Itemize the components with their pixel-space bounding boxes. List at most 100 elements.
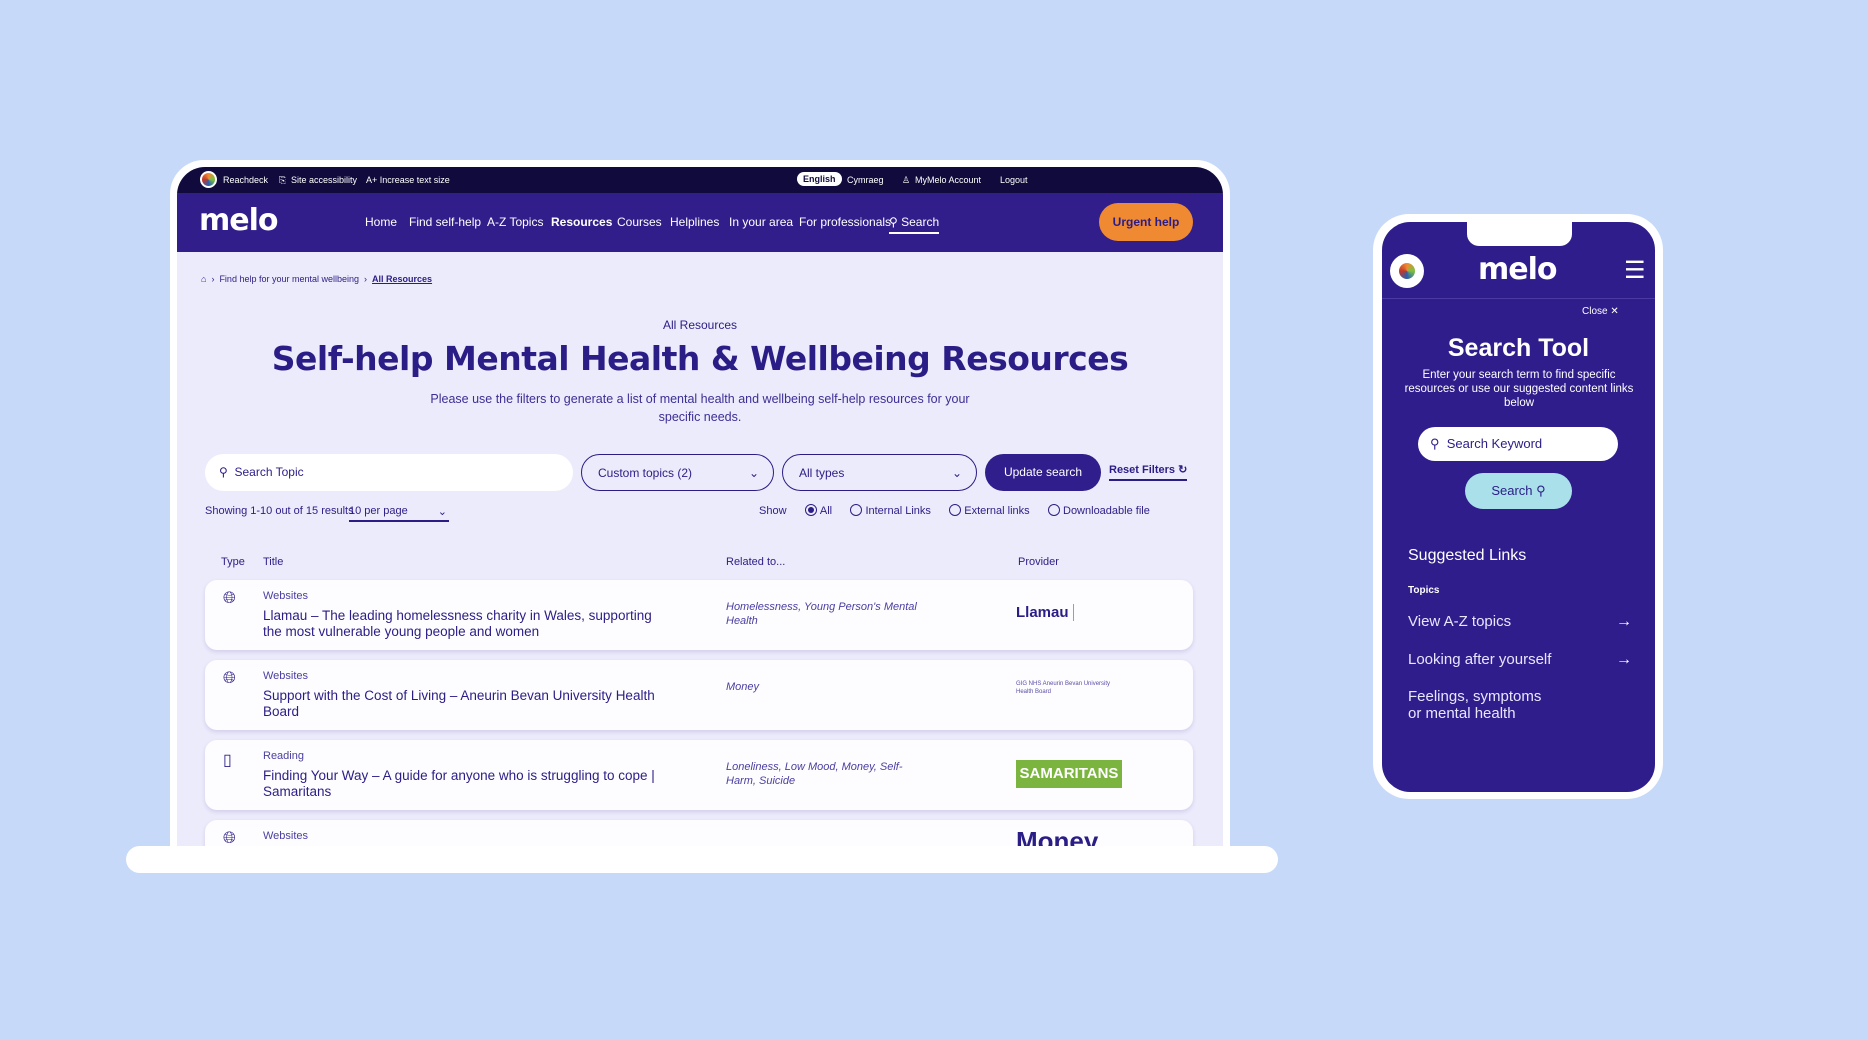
search-tool-description: Enter your search term to find specific … xyxy=(1404,369,1634,409)
reachdeck-icon[interactable] xyxy=(200,171,217,188)
dropdown-value: Custom topics (2) xyxy=(598,466,693,480)
search-icon: ⚲ xyxy=(1430,436,1447,451)
custom-topics-dropdown[interactable]: Custom topics (2) ⌄ xyxy=(581,454,774,491)
reachdeck-icon[interactable] xyxy=(1390,254,1424,288)
search-keyword-input[interactable]: ⚲ Search Keyword xyxy=(1418,427,1618,461)
show-filter: Show All Internal Links External links D… xyxy=(759,504,1150,517)
col-type: Type xyxy=(221,556,245,568)
nav-search-label: Search xyxy=(901,215,940,229)
melo-logo[interactable]: melo xyxy=(199,203,278,238)
row-title[interactable]: Finding Your Way – A guide for anyone wh… xyxy=(263,768,663,800)
results-count: Showing 1-10 out of 15 results xyxy=(205,505,354,517)
increase-text-size-link[interactable]: A+ Increase text size xyxy=(366,175,450,185)
lang-english[interactable]: English xyxy=(797,172,842,186)
mobile-search-button[interactable]: Search ⚲ xyxy=(1465,473,1572,509)
search-placeholder: Search Keyword xyxy=(1446,436,1543,451)
link-looking-after-yourself[interactable]: Looking after yourself xyxy=(1408,651,1551,668)
link-a-z-topics[interactable]: View A-Z topics xyxy=(1408,613,1511,630)
search-placeholder: Search Topic xyxy=(234,465,304,479)
all-types-dropdown[interactable]: All types ⌄ xyxy=(782,454,977,491)
account-link[interactable]: MyMelo Account xyxy=(915,175,981,185)
search-label: Search xyxy=(1491,483,1533,498)
search-icon: ⚲ xyxy=(1536,483,1546,498)
phone-notch xyxy=(1467,222,1572,246)
logout-link[interactable]: Logout xyxy=(1000,175,1028,185)
laptop-base xyxy=(126,846,1278,873)
link-feelings-symptoms[interactable]: Feelings, symptoms or mental health xyxy=(1408,688,1558,722)
row-related: Money xyxy=(726,681,760,693)
page-eyebrow: All Resources xyxy=(662,318,738,332)
home-icon[interactable]: ⌂ xyxy=(201,274,206,284)
lang-cymraeg[interactable]: Cymraeg xyxy=(847,175,884,185)
search-icon: ⚲ xyxy=(219,465,235,479)
book-icon: ▯ xyxy=(223,752,232,769)
update-search-button[interactable]: Update search xyxy=(985,454,1101,491)
globe-icon: 🌐︎ xyxy=(223,590,236,607)
nav-home[interactable]: Home xyxy=(365,215,397,229)
row-type: Websites xyxy=(263,590,309,602)
row-related: Homelessness, Young Person's Mental Heal… xyxy=(726,601,917,627)
breadcrumb-current[interactable]: All Resources xyxy=(372,274,432,284)
refresh-icon: ↻ xyxy=(1178,464,1188,476)
table-row[interactable]: 🌐︎ Websites Support with the Cost of Liv… xyxy=(205,660,1193,730)
reset-label: Reset Filters xyxy=(1109,464,1176,476)
accessibility-icon: ⎘ xyxy=(279,175,287,185)
utility-bar: Reachdeck ⎘ Site accessibility A+ Increa… xyxy=(177,167,1223,193)
urgent-help-button[interactable]: Urgent help xyxy=(1099,203,1193,241)
nav-search[interactable]: ⚲ Search xyxy=(889,215,940,234)
col-provider: Provider xyxy=(1018,556,1059,568)
nav-a-z-topics[interactable]: A-Z Topics xyxy=(487,215,543,229)
page-title: Self-help Mental Health & Wellbeing Reso… xyxy=(271,339,1129,378)
dropdown-value: All types xyxy=(799,466,845,480)
desc-line: Please use the filters to generate a lis… xyxy=(430,392,970,406)
breadcrumb-item[interactable]: Find help for your mental wellbeing xyxy=(219,274,359,284)
nav-resources[interactable]: Resources xyxy=(551,215,612,229)
row-type: Reading xyxy=(263,750,304,762)
melo-logo[interactable]: melo xyxy=(1478,252,1557,287)
radio-internal[interactable]: Internal Links xyxy=(850,504,931,517)
provider-logo-nhs: GIG NHS Aneurin Bevan University Health … xyxy=(1016,681,1111,695)
row-type: Websites xyxy=(263,830,309,842)
reachdeck-link[interactable]: Reachdeck xyxy=(223,175,268,185)
col-related: Related to... xyxy=(726,556,786,568)
provider-logo-llamau: Llamau xyxy=(1016,604,1074,621)
row-title[interactable]: Support with the Cost of Living – Aneuri… xyxy=(263,688,663,720)
arrow-right-icon: → xyxy=(1616,613,1632,630)
topics-label: Topics xyxy=(1408,585,1440,596)
radio-label: Downloadable file xyxy=(1063,505,1150,517)
search-tool-title: Search Tool xyxy=(1447,334,1590,362)
radio-downloadable[interactable]: Downloadable file xyxy=(1048,504,1150,517)
search-topic-input[interactable]: ⚲ Search Topic xyxy=(205,454,573,491)
hamburger-menu-icon[interactable]: ☰ xyxy=(1624,256,1646,285)
close-button[interactable]: Close ✕ xyxy=(1582,306,1619,317)
nav-find-self-help[interactable]: Find self-help xyxy=(409,215,481,229)
reset-filters-button[interactable]: Reset Filters ↻ xyxy=(1109,463,1188,481)
row-type: Websites xyxy=(263,670,309,682)
table-row[interactable]: 🌐︎ Websites Llamau – The leading homeles… xyxy=(205,580,1193,650)
site-accessibility-link[interactable]: Site accessibility xyxy=(291,175,357,185)
nav-for-professionals[interactable]: For professionals xyxy=(799,215,891,229)
suggested-links-heading: Suggested Links xyxy=(1408,547,1527,564)
per-page-dropdown[interactable]: 10 per page ⌄ xyxy=(349,505,449,522)
radio-external[interactable]: External links xyxy=(949,504,1030,517)
search-icon: ⚲ xyxy=(889,215,902,229)
radio-all[interactable]: All xyxy=(804,504,832,517)
nav-helplines[interactable]: Helplines xyxy=(670,215,719,229)
per-page-value: 10 per page xyxy=(349,505,408,517)
chevron-down-icon: ⌄ xyxy=(951,466,962,480)
provider-logo-samaritans: SAMARITANS xyxy=(1016,760,1122,788)
radio-icon xyxy=(804,504,817,516)
laptop-mockup: Reachdeck ⎘ Site accessibility A+ Increa… xyxy=(170,160,1230,850)
radio-label: Internal Links xyxy=(865,505,931,517)
divider xyxy=(1382,298,1655,299)
desc-line: specific needs. xyxy=(658,410,742,424)
row-title[interactable]: Llamau – The leading homelessness charit… xyxy=(263,608,663,640)
desktop-screen: Reachdeck ⎘ Site accessibility A+ Increa… xyxy=(177,167,1223,850)
mobile-screen: melo ☰ Close ✕ Search Tool Enter your se… xyxy=(1382,222,1655,792)
user-icon: ♙ xyxy=(902,175,911,185)
main-nav: melo Home Find self-help A-Z Topics Reso… xyxy=(177,193,1223,252)
table-row[interactable]: ▯ Reading Finding Your Way – A guide for… xyxy=(205,740,1193,810)
nav-in-your-area[interactable]: In your area xyxy=(729,215,793,229)
nav-courses[interactable]: Courses xyxy=(617,215,662,229)
close-label: Close xyxy=(1582,306,1608,317)
